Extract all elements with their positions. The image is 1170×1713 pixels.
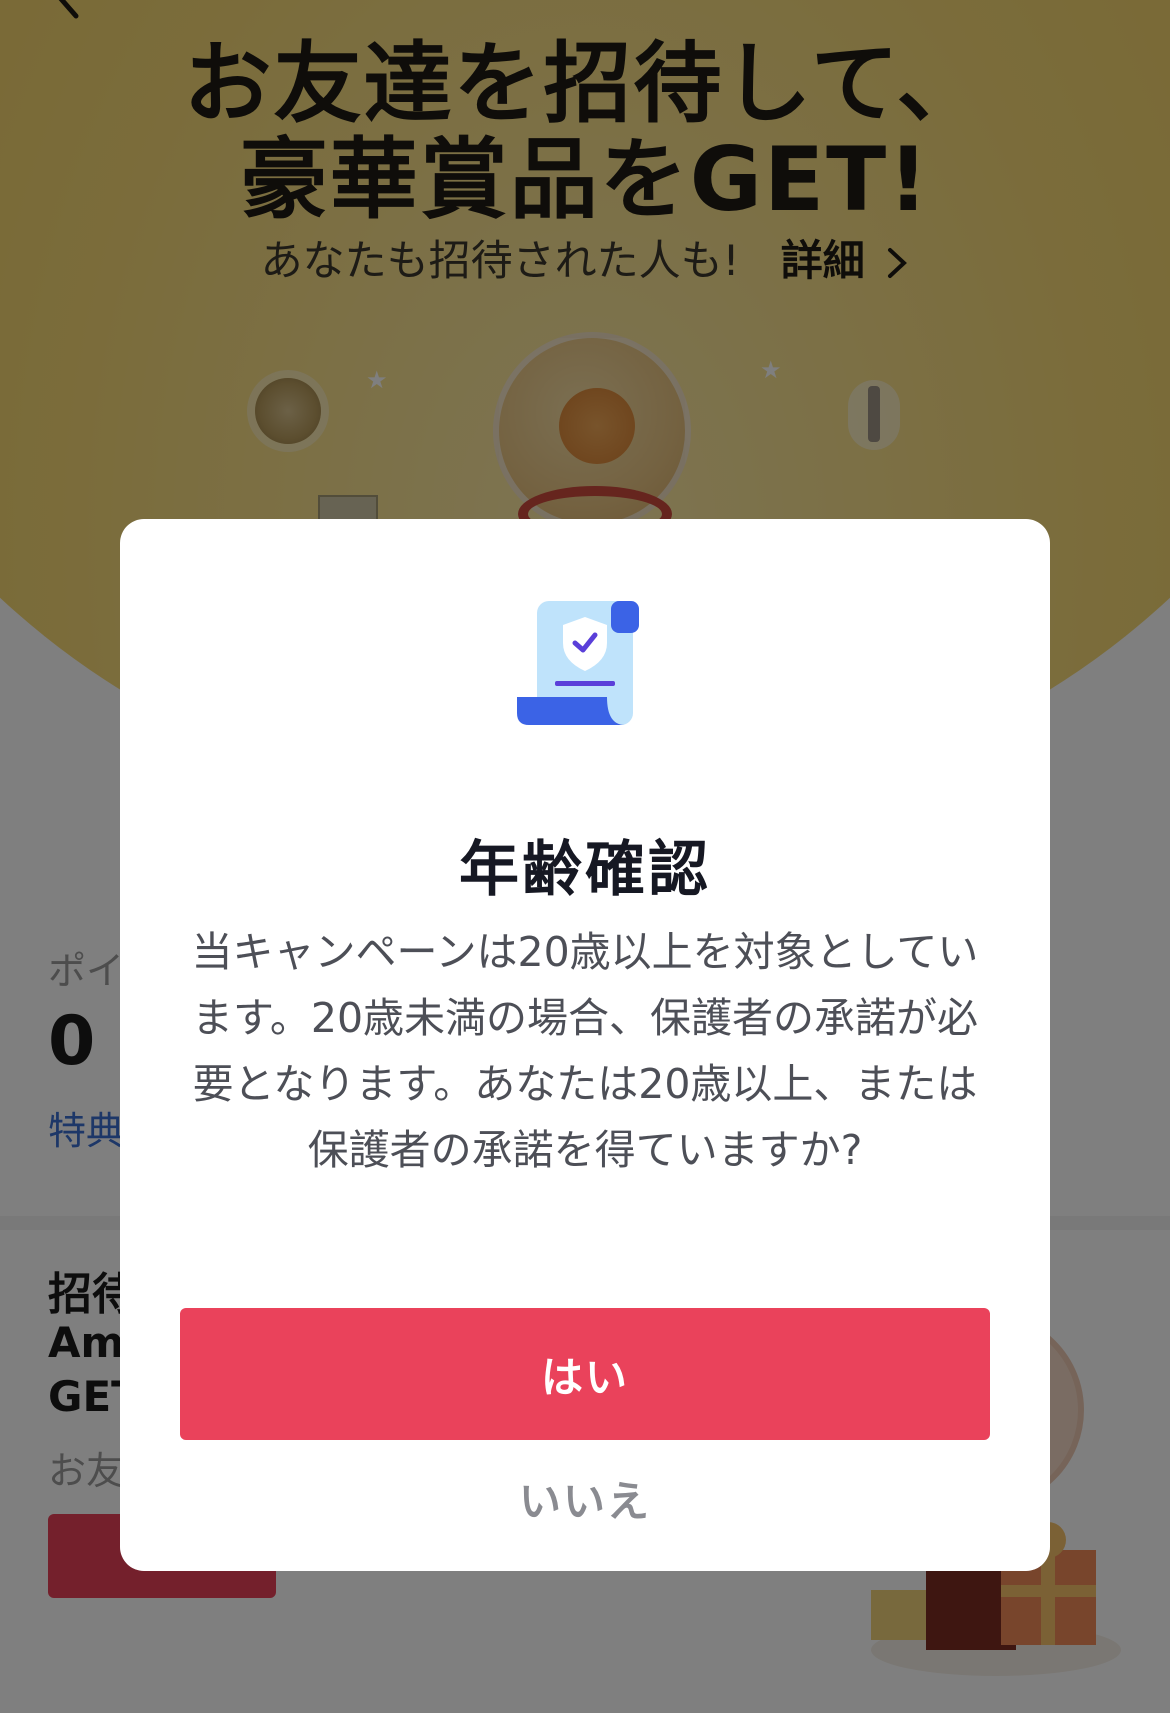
- dialog-message: 当キャンペーンは20歳以上を対象としています。20歳未満の場合、保護者の承諾が必…: [191, 928, 979, 1174]
- certificate-shield-check-icon: [517, 601, 639, 725]
- dialog-title: 年齢確認: [459, 835, 711, 905]
- no-button[interactable]: いいえ: [180, 1463, 990, 1533]
- yes-button[interactable]: はい: [180, 1308, 990, 1440]
- age-verification-dialog: 年齢確認 当キャンペーンは20歳以上を対象としています。20歳未満の場合、保護者…: [120, 519, 1050, 1571]
